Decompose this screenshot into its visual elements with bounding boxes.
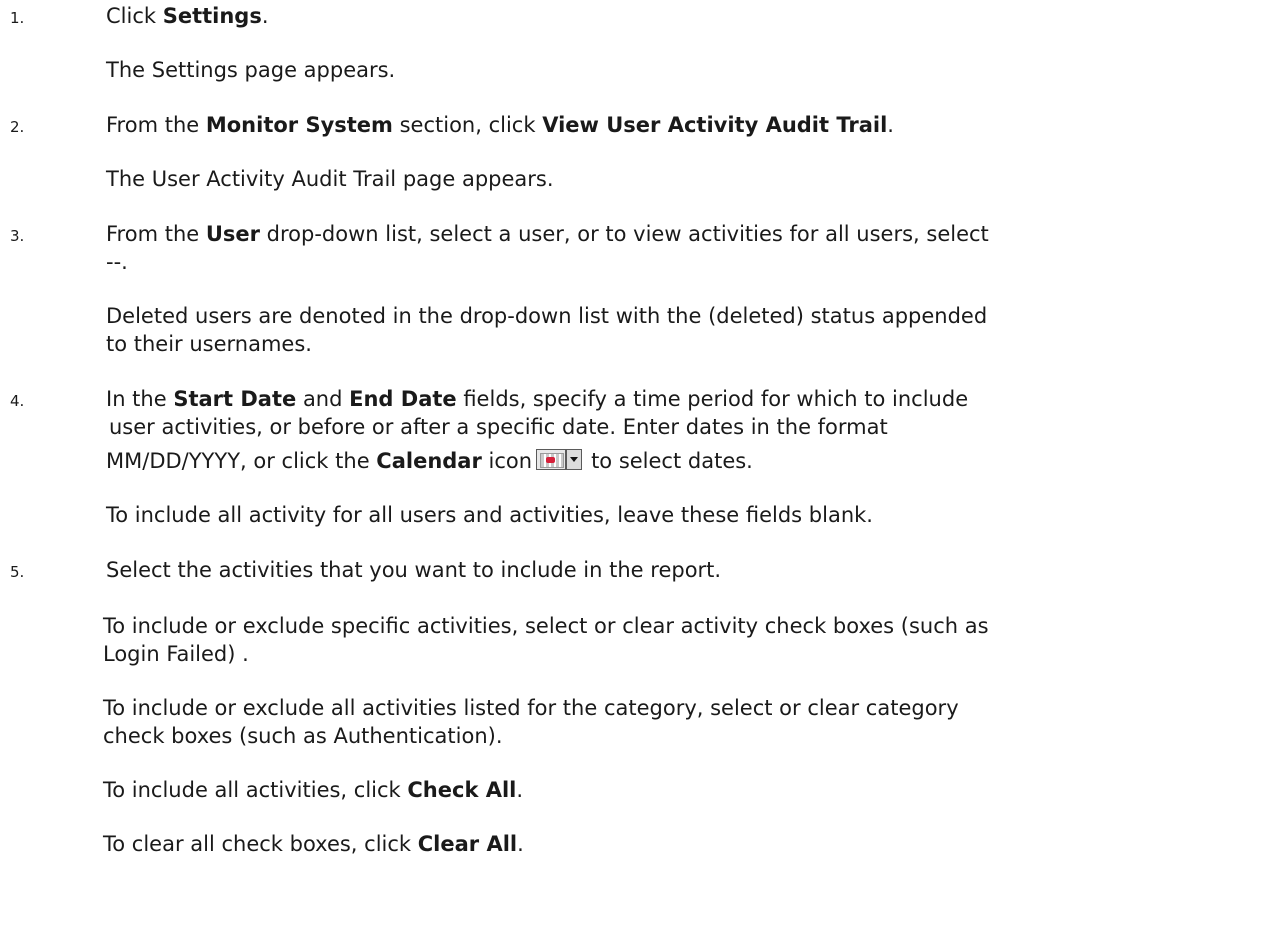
user-dropdown-label: User bbox=[205, 222, 260, 246]
step-3-instruction-line-2: --. bbox=[106, 250, 128, 274]
view-user-activity-audit-trail-label: View User Activity Audit Trail bbox=[542, 113, 888, 137]
step-2-result: The User Activity Audit Trail page appea… bbox=[106, 167, 554, 191]
step-5-instruction: Select the activities that you want to i… bbox=[106, 558, 722, 582]
settings-link-label: Settings bbox=[162, 4, 262, 28]
step-3-note-line-1: Deleted users are denoted in the drop-do… bbox=[106, 304, 988, 328]
step-5-sub-2-line-2: check boxes (such as Authentication). bbox=[103, 724, 503, 748]
step-3-note-line-2: to their usernames. bbox=[106, 332, 312, 356]
step-5-number: 5. bbox=[10, 563, 25, 581]
step-1-instruction: Click Settings. bbox=[106, 4, 269, 28]
calendar-label: Calendar bbox=[376, 449, 482, 473]
end-date-label: End Date bbox=[349, 387, 457, 411]
step-3-instruction-line-1: From the User drop-down list, select a u… bbox=[106, 222, 989, 246]
instruction-document: 1. Click Settings. The Settings page app… bbox=[0, 0, 1265, 951]
start-date-label: Start Date bbox=[173, 387, 297, 411]
monitor-system-label: Monitor System bbox=[205, 113, 393, 137]
check-all-label: Check All bbox=[407, 778, 517, 802]
step-5-sub-1-line-1: To include or exclude specific activitie… bbox=[103, 614, 989, 638]
step-4-note: To include all activity for all users an… bbox=[106, 503, 873, 527]
step-3-number: 3. bbox=[10, 227, 25, 245]
step-4-instruction-line-3: MM/DD/YYYY, or click the Calendar icon to… bbox=[106, 449, 753, 473]
step-2-instruction: From the Monitor System section, click V… bbox=[106, 113, 894, 137]
calendar-dropdown-icon bbox=[536, 449, 583, 472]
clear-all-label: Clear All bbox=[417, 832, 518, 856]
step-4-number: 4. bbox=[10, 392, 25, 410]
step-5-sub-1-line-2: Login Failed) . bbox=[103, 642, 249, 666]
step-5-sub-4: To clear all check boxes, click Clear Al… bbox=[103, 832, 524, 856]
step-2-number: 2. bbox=[10, 118, 25, 136]
step-5-sub-2-line-1: To include or exclude all activities lis… bbox=[103, 696, 959, 720]
step-4-instruction-line-2: user activities, or before or after a sp… bbox=[109, 415, 888, 439]
step-5-sub-3: To include all activities, click Check A… bbox=[103, 778, 524, 802]
step-1-number: 1. bbox=[10, 9, 25, 27]
step-4-instruction-line-1: In the Start Date and End Date fields, s… bbox=[106, 387, 969, 411]
step-1-result: The Settings page appears. bbox=[106, 58, 396, 82]
